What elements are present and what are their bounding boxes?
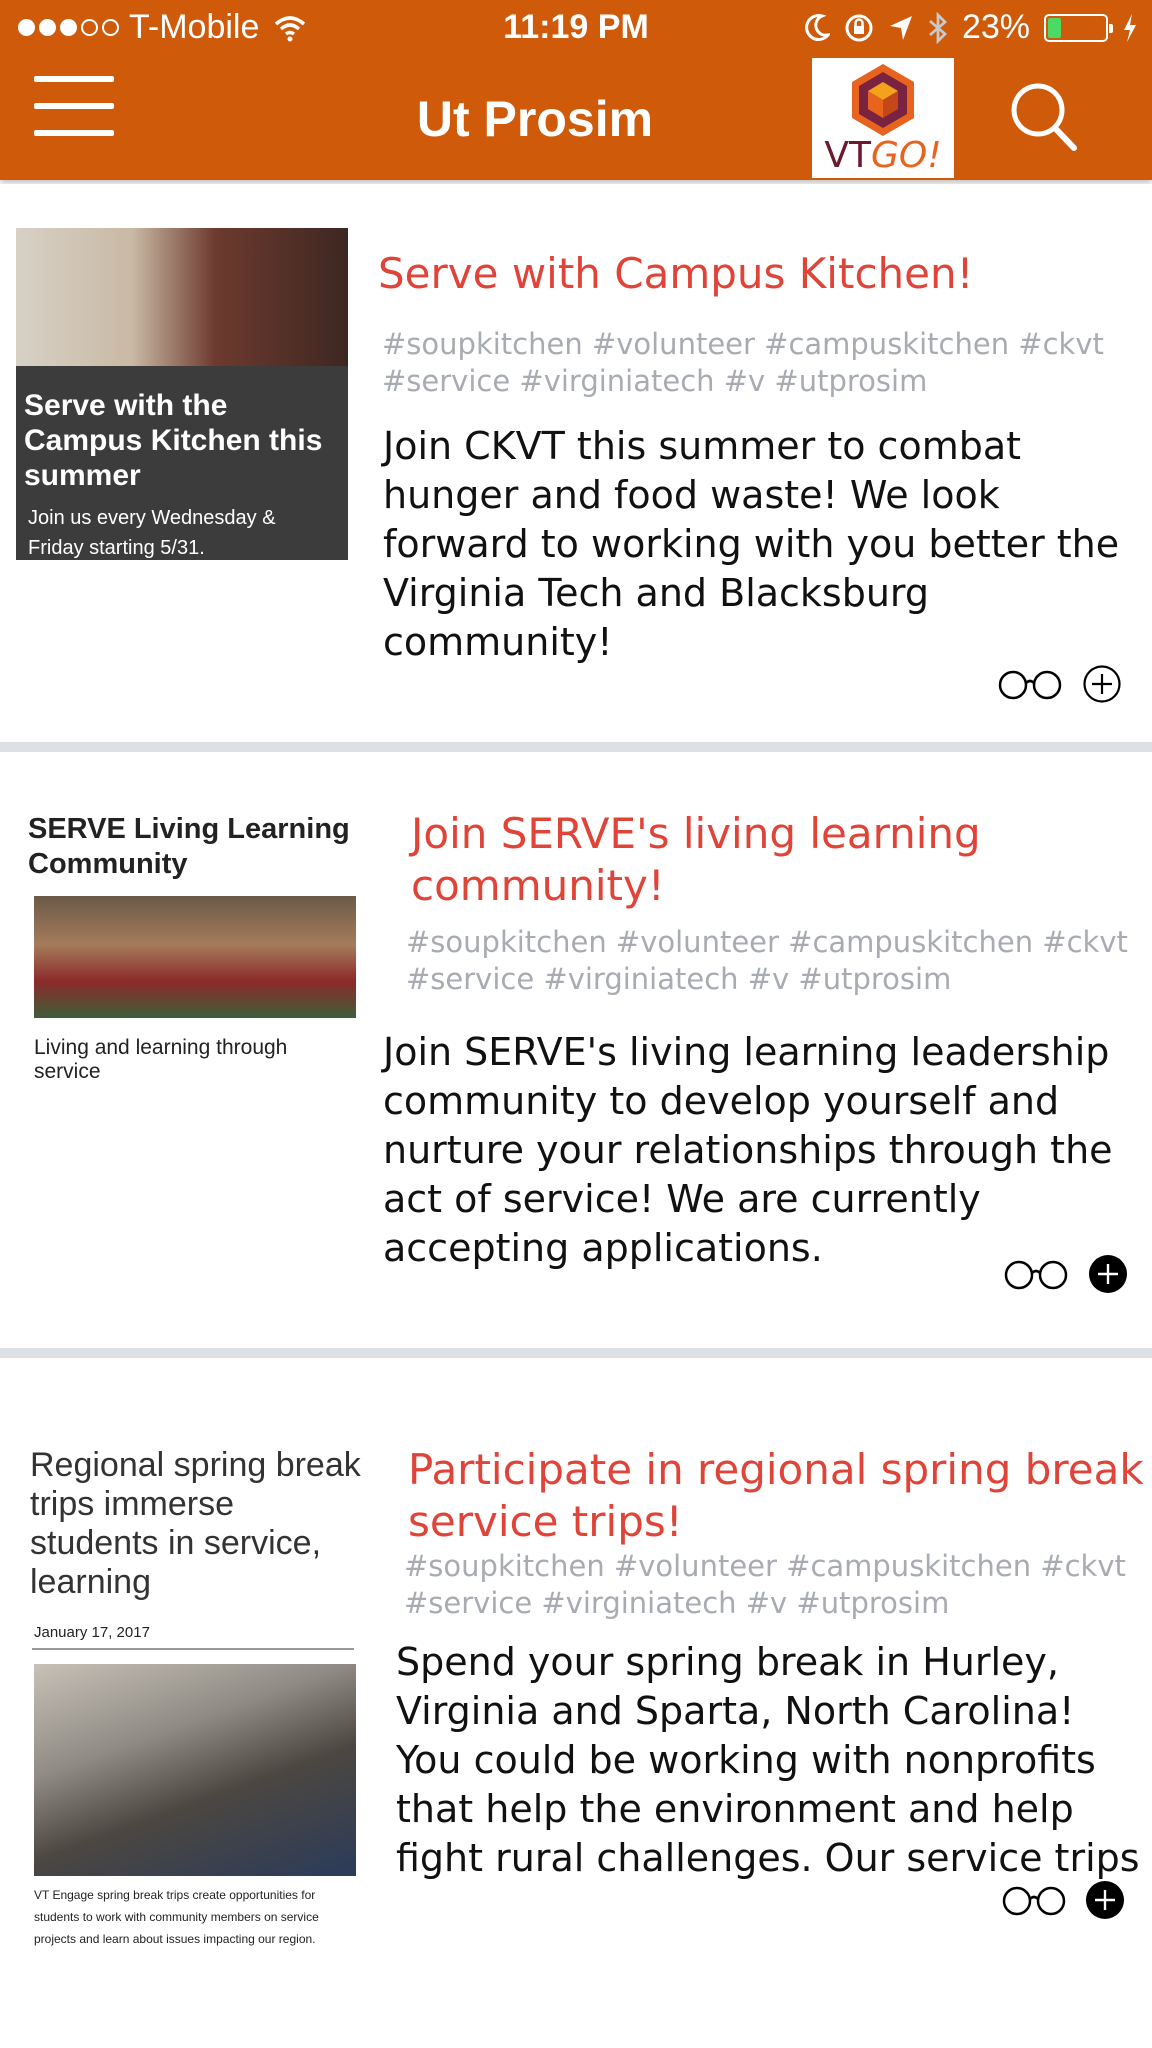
- hamburger-menu-button[interactable]: [34, 76, 114, 136]
- glasses-icon[interactable]: [1002, 1260, 1070, 1290]
- item-tags: #soupkitchen #volunteer #campuskitchen #…: [382, 327, 1104, 398]
- item-thumbnail: Serve with the Campus Kitchen this summe…: [16, 228, 348, 560]
- item-tags: #soupkitchen #volunteer #campuskitchen #…: [406, 925, 1128, 996]
- battery-percent: 23%: [961, 8, 1030, 46]
- search-icon[interactable]: [1004, 78, 1084, 158]
- thumbnail-heading: Regional spring break trips immerse stud…: [30, 1446, 361, 1601]
- moon-icon: [805, 13, 830, 41]
- feed-item-campus-kitchen[interactable]: Serve with the Campus Kitchen this summe…: [0, 184, 1152, 742]
- feed-item-serve-llc[interactable]: SERVE Living Learning Community Living a…: [0, 752, 1152, 1348]
- thumbnail-heading: Serve with the Campus Kitchen this summe…: [24, 389, 323, 492]
- item-description: Spend your spring break in Hurley, Virgi…: [396, 1640, 1140, 1880]
- group-photo: [34, 896, 356, 1018]
- thumbnail-date: January 17, 2017: [34, 1624, 150, 1641]
- add-circle-filled-icon[interactable]: [1088, 1254, 1128, 1294]
- feed-item-spring-break[interactable]: Regional spring break trips immerse stud…: [0, 1358, 1152, 2048]
- battery-icon: [1044, 13, 1113, 42]
- thumbnail-subtext: Join us every Wednesday & Friday startin…: [28, 507, 276, 559]
- thumbnail-caption: Serve with the Campus Kitchen this summe…: [16, 366, 348, 560]
- logo-wordmark: VTGO!: [824, 135, 942, 176]
- thumbnail-caption: VT Engage spring break trips create oppo…: [34, 1888, 319, 1946]
- glasses-icon[interactable]: [996, 670, 1064, 700]
- item-title[interactable]: Join SERVE's living learning community!: [411, 808, 981, 912]
- status-bar: T-Mobile 11:19 PM 23%: [0, 0, 1152, 58]
- location-arrow-icon: [889, 15, 912, 40]
- thumbnail-subtext: Living and learning through service: [34, 1036, 288, 1083]
- item-separator: [0, 1348, 1152, 1358]
- service-trip-photo: [34, 1664, 356, 1876]
- bluetooth-icon: [929, 11, 947, 44]
- item-description: Join SERVE's living learning leadership …: [383, 1030, 1113, 1270]
- thumbnail-divider: [32, 1648, 354, 1650]
- volunteers-photo: [16, 228, 348, 366]
- item-separator: [0, 742, 1152, 752]
- item-title[interactable]: Participate in regional spring break ser…: [408, 1444, 1144, 1548]
- add-circle-filled-icon[interactable]: [1085, 1880, 1125, 1920]
- charging-bolt-icon: [1124, 13, 1136, 42]
- glasses-icon[interactable]: [1000, 1886, 1068, 1916]
- add-circle-outline-icon[interactable]: [1082, 664, 1122, 704]
- app-title: Ut Prosim: [416, 91, 654, 147]
- item-title[interactable]: Serve with Campus Kitchen!: [378, 248, 973, 300]
- thumbnail-heading: SERVE Living Learning Community: [28, 813, 350, 880]
- app-header: T-Mobile 11:19 PM 23% Ut Prosim VTGO!: [0, 0, 1152, 180]
- vtgo-logo[interactable]: VTGO!: [812, 58, 954, 178]
- status-right: 23%: [804, 8, 1138, 47]
- orientation-lock-icon: [845, 14, 873, 41]
- item-description: Join CKVT this summer to combat hunger a…: [383, 424, 1120, 664]
- item-tags: #soupkitchen #volunteer #campuskitchen #…: [404, 1549, 1126, 1620]
